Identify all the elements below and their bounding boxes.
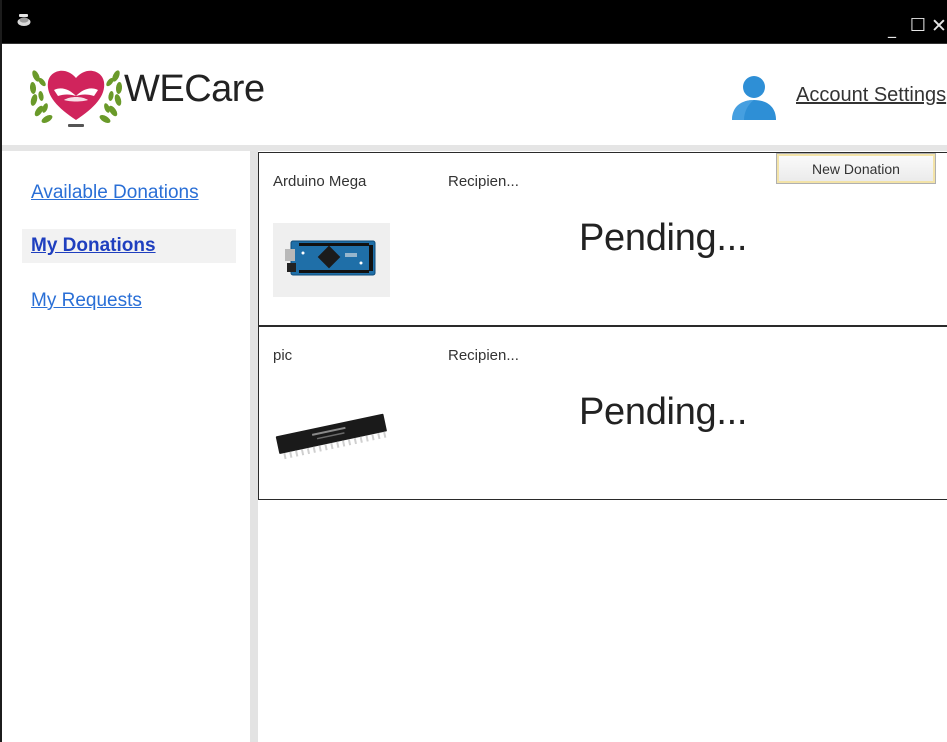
- donation-status: Pending...: [579, 217, 748, 259]
- app-icon: [17, 14, 31, 26]
- app-header: WECare Account Settings: [2, 44, 947, 145]
- pic-chip-image: [273, 397, 390, 471]
- app-window: _ ☐ ✕ WECare Account Settings Available …: [0, 0, 947, 742]
- minimize-button[interactable]: _: [879, 14, 905, 38]
- sidebar-separator: [250, 151, 258, 742]
- donation-item-name: Arduino Mega: [273, 173, 367, 190]
- donation-recipient: Recipien...: [448, 347, 519, 364]
- donation-card[interactable]: pic Recipien... Pending...: [258, 326, 947, 500]
- sidebar-item-my-requests[interactable]: My Requests: [22, 284, 236, 318]
- sidebar-item-my-donations[interactable]: My Donations: [22, 229, 236, 263]
- title-bar[interactable]: _ ☐ ✕: [2, 0, 947, 44]
- close-button[interactable]: ✕: [931, 14, 947, 38]
- arduino-board-image: [273, 223, 390, 297]
- sidebar-nav: Available Donations My Donations My Requ…: [2, 151, 250, 742]
- sidebar-item-available-donations[interactable]: Available Donations: [22, 176, 236, 210]
- new-donation-button[interactable]: New Donation: [776, 153, 936, 184]
- user-avatar-icon[interactable]: [728, 72, 780, 122]
- account-settings-link[interactable]: Account Settings: [796, 84, 946, 107]
- app-name: WECare: [124, 68, 265, 110]
- heart-hands-wreath-logo: [29, 70, 123, 127]
- donations-list: Arduino Mega Recipien... Pending... pic …: [258, 151, 947, 742]
- donation-recipient: Recipien...: [448, 173, 519, 190]
- maximize-button[interactable]: ☐: [905, 14, 931, 38]
- window-controls: _ ☐ ✕: [879, 14, 947, 38]
- donation-status: Pending...: [579, 391, 748, 433]
- donation-item-name: pic: [273, 347, 293, 364]
